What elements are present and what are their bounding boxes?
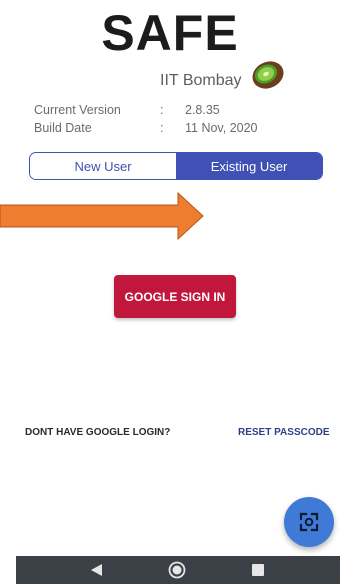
version-separator: :: [160, 103, 164, 117]
scan-icon: [299, 512, 319, 532]
no-google-login-link[interactable]: DONT HAVE GOOGLE LOGIN?: [25, 427, 170, 438]
version-label: Current Version: [34, 103, 121, 117]
app-title: SAFE: [101, 5, 239, 61]
scan-fab-button[interactable]: [284, 497, 334, 547]
recents-icon[interactable]: [251, 563, 265, 577]
tab-new-user[interactable]: New User: [30, 153, 176, 179]
user-type-toggle: New User Existing User: [29, 152, 323, 180]
arrow-right-icon: [0, 192, 204, 240]
build-date-separator: :: [160, 121, 164, 135]
version-value: 2.8.35: [185, 103, 220, 117]
google-sign-in-button[interactable]: GOOGLE SIGN IN: [114, 275, 236, 318]
tab-existing-user[interactable]: Existing User: [176, 153, 322, 179]
system-navigation-bar: [16, 556, 340, 584]
home-icon[interactable]: [168, 561, 186, 579]
kiwi-logo-icon: [252, 61, 284, 89]
reset-passcode-link[interactable]: RESET PASSCODE: [238, 427, 330, 438]
build-date-label: Build Date: [34, 121, 92, 135]
organization-label: IIT Bombay: [160, 72, 242, 89]
build-date-value: 11 Nov, 2020: [185, 121, 258, 135]
back-icon[interactable]: [90, 563, 104, 577]
